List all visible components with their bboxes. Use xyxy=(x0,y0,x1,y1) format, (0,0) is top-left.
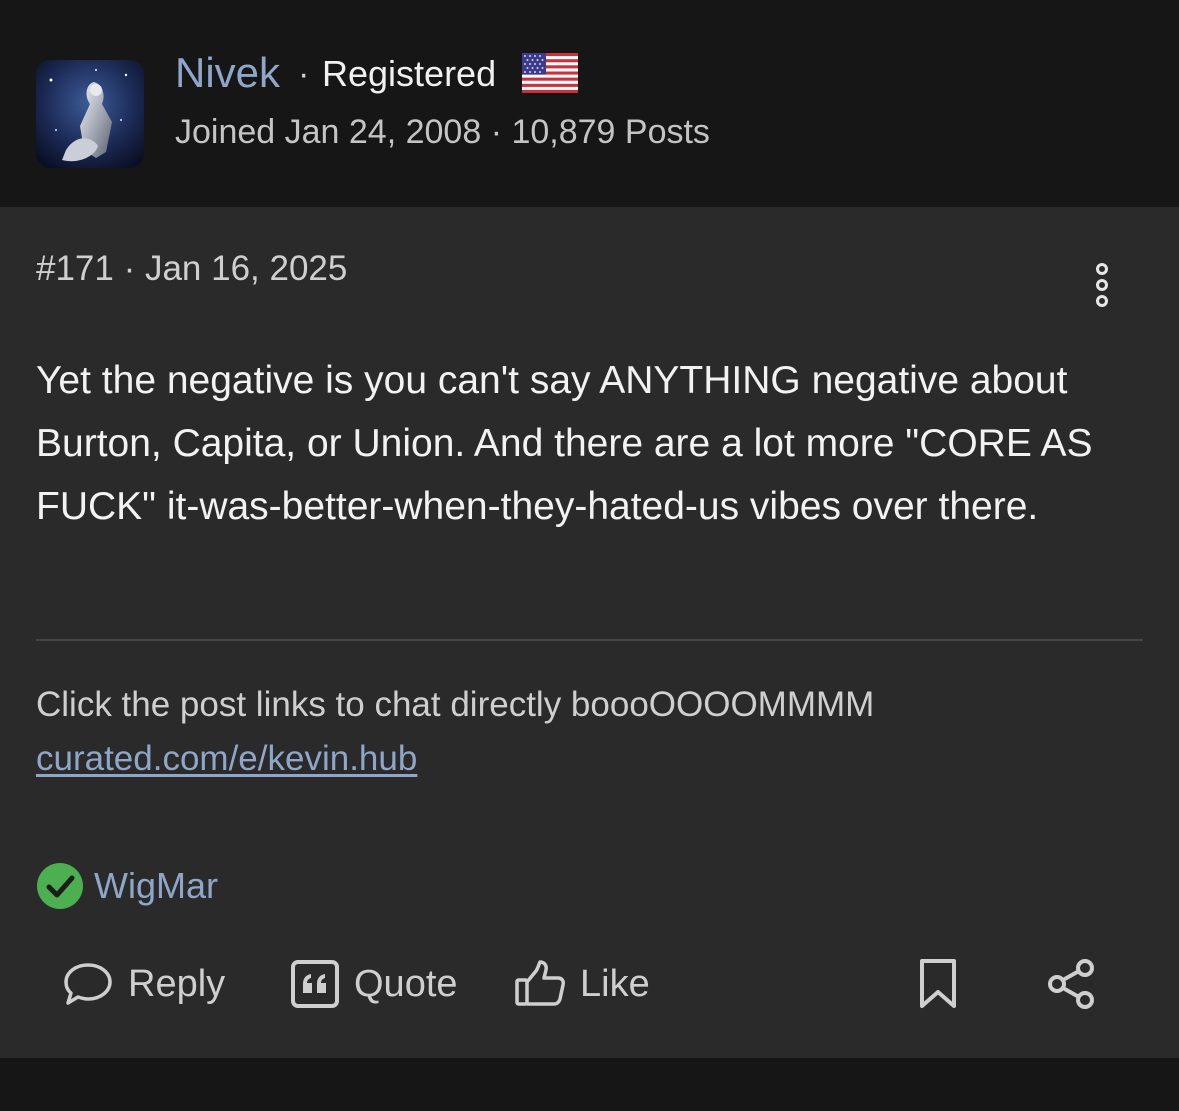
us-flag-icon xyxy=(522,53,578,93)
quote-button[interactable]: Quote xyxy=(290,957,458,1011)
post-card: #171 · Jan 16, 2025 Yet the negative is … xyxy=(0,207,1179,1058)
author-join-meta: Joined Jan 24, 2008 · 10,879 Posts xyxy=(175,113,710,151)
post-body: Yet the negative is you can't say ANYTHI… xyxy=(36,359,1093,528)
author-username[interactable]: Nivek xyxy=(175,48,280,98)
reply-label: Reply xyxy=(128,962,226,1005)
quote-label: Quote xyxy=(354,962,458,1005)
signature-divider xyxy=(36,639,1143,641)
signature-text: Click the post links to chat directly bo… xyxy=(36,685,875,724)
thumbs-up-icon xyxy=(515,960,565,1006)
separator-dot: · xyxy=(298,55,310,93)
reacted-by-username[interactable]: WigMar xyxy=(94,865,218,907)
check-circle-icon xyxy=(37,863,83,909)
reply-bubble-icon xyxy=(64,963,112,1005)
author-role: Registered xyxy=(322,53,497,94)
more-options-icon[interactable] xyxy=(1088,261,1116,309)
avatar[interactable] xyxy=(36,60,144,168)
share-button[interactable] xyxy=(1045,957,1097,1011)
quote-icon xyxy=(291,960,339,1008)
like-button[interactable]: Like xyxy=(514,957,650,1011)
reacted-by[interactable]: WigMar xyxy=(36,861,218,911)
post-number-date[interactable]: #171 · Jan 16, 2025 xyxy=(36,247,347,291)
post-author-header: Nivek · Registered Joined Jan 24, 2008 ·… xyxy=(0,0,1179,207)
reply-button[interactable]: Reply xyxy=(62,957,225,1011)
page-bottom-bar xyxy=(0,1058,1179,1111)
signature-link[interactable]: curated.com/e/kevin.hub xyxy=(36,737,417,781)
share-icon xyxy=(1048,959,1094,1009)
bookmark-button[interactable] xyxy=(918,957,958,1011)
bookmark-icon xyxy=(920,959,956,1008)
like-label: Like xyxy=(580,962,650,1005)
